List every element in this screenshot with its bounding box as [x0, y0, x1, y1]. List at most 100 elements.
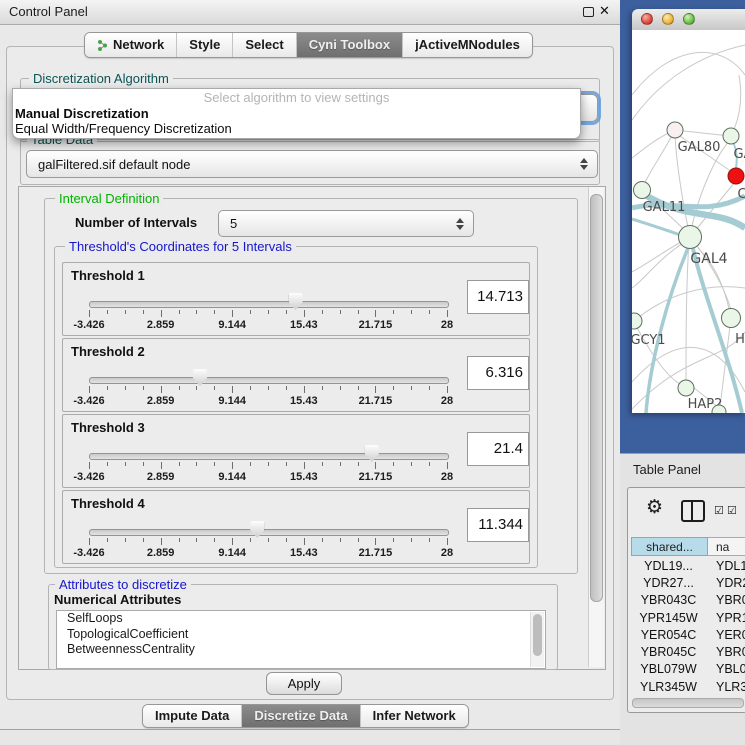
slider-track[interactable]	[89, 529, 449, 536]
threshold-slider[interactable]: -3.4262.8599.14415.4321.71528	[83, 367, 455, 409]
tick-mark	[161, 538, 162, 545]
columns-icon[interactable]	[681, 500, 705, 522]
desktop-background: GAL80GACGAL11GAL4GCY1HHAP2 Table Panel ⚙…	[620, 0, 745, 745]
tab-infer-network[interactable]: Infer Network	[360, 705, 468, 727]
threshold-slider[interactable]: -3.4262.8599.14415.4321.71528	[83, 519, 455, 561]
tick-mark	[358, 538, 359, 542]
node-table-card: ⚙ ☑ ☑ shared... na YDL19... YDL1 YDR27..…	[627, 487, 745, 713]
tick-mark	[268, 538, 269, 542]
table-header-row: shared... na	[631, 537, 745, 556]
network-edge	[632, 52, 745, 95]
network-view-window: GAL80GACGAL11GAL4GCY1HHAP2	[632, 9, 745, 413]
network-node[interactable]	[667, 122, 683, 138]
network-window-titlebar[interactable]	[632, 9, 745, 31]
threshold-slider[interactable]: -3.4262.8599.14415.4321.71528	[83, 291, 455, 333]
network-node[interactable]	[634, 182, 651, 199]
tick-label: 21.715	[359, 471, 393, 483]
tick-mark	[250, 462, 251, 466]
network-node[interactable]	[728, 168, 744, 184]
select-all-icon[interactable]: ☑	[714, 504, 724, 517]
tick-mark	[393, 310, 394, 314]
close-window-icon[interactable]	[641, 13, 653, 25]
list-scrollbar-thumb[interactable]	[533, 614, 542, 656]
tick-mark	[125, 310, 126, 314]
tick-label: 2.859	[147, 395, 175, 407]
tick-mark	[322, 386, 323, 390]
tab-style[interactable]: Style	[176, 33, 232, 57]
threshold-value-field[interactable]: 6.316	[467, 356, 529, 390]
tick-mark	[411, 462, 412, 466]
tick-mark	[411, 538, 412, 542]
apply-button[interactable]: Apply	[266, 672, 342, 695]
tick-label: 2.859	[147, 471, 175, 483]
table-row[interactable]: YLR345W YLR3	[631, 678, 745, 695]
horizontal-scrollbar-thumb[interactable]	[632, 698, 744, 708]
table-row[interactable]: YBR045C YBR0	[631, 643, 745, 660]
network-node[interactable]	[679, 226, 702, 249]
tick-label: 15.43	[290, 395, 318, 407]
list-scrollbar[interactable]	[530, 612, 544, 667]
network-icon	[97, 39, 108, 52]
table-row[interactable]: YBR043C YBR0	[631, 592, 745, 609]
tick-mark	[268, 462, 269, 466]
tab-network[interactable]: Network	[85, 33, 176, 57]
gear-icon[interactable]: ⚙	[646, 496, 663, 519]
list-item[interactable]: TopologicalCoefficient	[57, 627, 545, 643]
threshold-value-field[interactable]: 11.344	[467, 508, 529, 542]
tick-mark	[447, 386, 448, 393]
tick-mark	[340, 386, 341, 390]
table-data-value: galFiltered.sif default node	[27, 157, 580, 172]
threshold-value-field[interactable]: 21.4	[467, 432, 529, 466]
group-label-attributes: Attributes to discretize	[55, 577, 191, 592]
tick-label: 21.715	[359, 547, 393, 559]
table-data-combobox[interactable]: galFiltered.sif default node	[26, 150, 598, 178]
tick-mark	[375, 538, 376, 545]
table-row[interactable]: YDR27... YDR2	[631, 574, 745, 591]
threshold-value-field[interactable]: 14.713	[467, 280, 529, 314]
tick-mark	[286, 386, 287, 390]
tick-mark	[322, 462, 323, 466]
table-row[interactable]: YPR145W YPR1	[631, 609, 745, 626]
network-node[interactable]	[723, 128, 739, 144]
tick-mark	[179, 386, 180, 390]
vertical-scrollbar-thumb[interactable]	[590, 194, 603, 602]
tick-mark	[447, 538, 448, 545]
slider-track[interactable]	[89, 377, 449, 384]
column-header-shared-name[interactable]: shared...	[631, 537, 708, 556]
tab-select[interactable]: Select	[232, 33, 295, 57]
close-icon[interactable]: ✕	[599, 3, 610, 19]
network-canvas[interactable]: GAL80GACGAL11GAL4GCY1HHAP2	[632, 30, 745, 413]
tab-discretize-data[interactable]: Discretize Data	[241, 705, 359, 727]
number-of-intervals-value: 5	[219, 216, 456, 231]
numerical-attributes-list[interactable]: SelfLoopsTopologicalCoefficientBetweenne…	[56, 610, 546, 669]
tab-jactivemnodules[interactable]: jActiveMNodules	[402, 33, 532, 57]
network-node[interactable]	[678, 380, 694, 396]
tick-label: 15.43	[290, 319, 318, 331]
slider-track[interactable]	[89, 301, 449, 308]
select-all-icon[interactable]: ☑	[727, 504, 737, 517]
dropdown-option[interactable]: Manual Discretization	[15, 106, 149, 121]
table-row[interactable]: YER054C YER0	[631, 626, 745, 643]
tick-mark	[340, 462, 341, 466]
tick-mark	[286, 310, 287, 314]
tick-label: -3.426	[73, 395, 104, 407]
node-label: GAL4	[690, 251, 727, 267]
tab-cyni-toolbox[interactable]: Cyni Toolbox	[296, 33, 402, 57]
slider-track[interactable]	[89, 453, 449, 460]
table-row[interactable]: YIL052C YIL0	[631, 695, 745, 697]
number-of-intervals-combobox[interactable]: 5	[218, 210, 474, 237]
dropdown-option[interactable]: Equal Width/Frequency Discretization	[15, 121, 232, 136]
column-header-name[interactable]: na	[708, 537, 745, 556]
tab-impute-data[interactable]: Impute Data	[143, 705, 241, 727]
float-panel-icon[interactable]	[583, 7, 594, 17]
combo-stepper-icon	[580, 158, 588, 170]
minimize-window-icon[interactable]	[662, 13, 674, 25]
table-row[interactable]: YDL19... YDL1	[631, 557, 745, 574]
network-node[interactable]	[722, 309, 741, 328]
list-item[interactable]: SelfLoops	[57, 611, 545, 627]
table-row[interactable]: YBL079W YBL0	[631, 661, 745, 678]
tick-mark	[340, 538, 341, 542]
list-item[interactable]: BetweennessCentrality	[57, 642, 545, 658]
threshold-slider[interactable]: -3.4262.8599.14415.4321.71528	[83, 443, 455, 485]
zoom-window-icon[interactable]	[683, 13, 695, 25]
